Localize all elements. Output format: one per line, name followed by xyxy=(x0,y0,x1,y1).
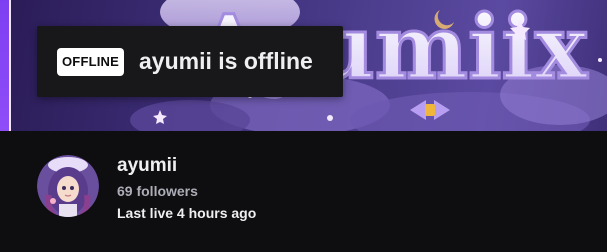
last-live-status: Last live 4 hours ago xyxy=(117,205,257,221)
follower-count: 69 followers xyxy=(117,183,198,199)
channel-avatar[interactable] xyxy=(37,155,99,217)
anime-avatar-icon xyxy=(37,155,99,217)
offline-badge: OFFLINE xyxy=(57,48,125,76)
channel-name[interactable]: ayumii xyxy=(117,154,177,178)
offline-message: ayumii is offline xyxy=(139,48,313,74)
banner-left-divider xyxy=(9,0,11,131)
channel-offline-panel: Ayumiix OFFLINE ayumii is offline ayumii… xyxy=(0,0,607,252)
banner-left-accent xyxy=(0,0,9,131)
offline-status-card: OFFLINE ayumii is offline xyxy=(37,26,343,97)
offline-banner[interactable]: Ayumiix OFFLINE ayumii is offline xyxy=(0,0,607,131)
